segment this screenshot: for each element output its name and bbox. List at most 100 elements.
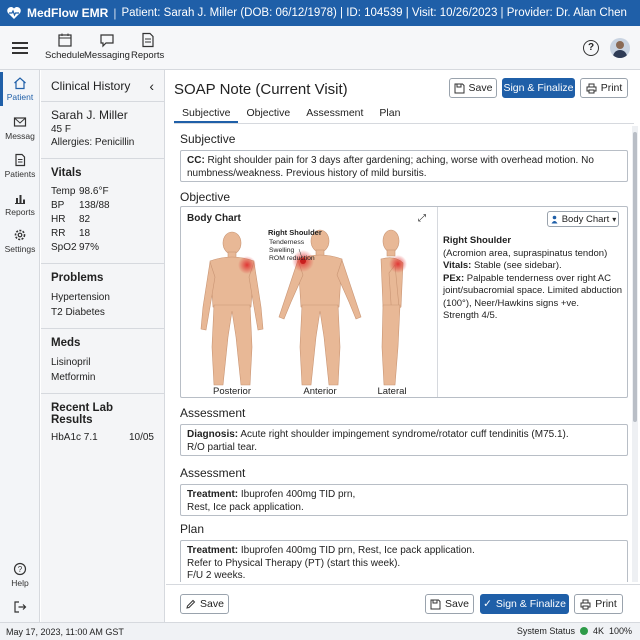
nav-item-reports[interactable]: Reports <box>0 191 40 217</box>
lab-name: HbA1c 7.1 <box>51 432 98 443</box>
scrollbar-thumb[interactable] <box>633 132 637 422</box>
subjective-field[interactable]: CC: Right shoulder pain for 3 days after… <box>180 150 628 182</box>
printer-icon <box>586 83 597 93</box>
svg-text:?: ? <box>18 565 23 574</box>
vital-key: SpO2 <box>51 242 77 253</box>
nav-label-help: Help <box>11 578 29 588</box>
desc-title: Right Shoulder <box>443 235 512 246</box>
tab-assessment[interactable]: Assessment <box>298 104 371 123</box>
footer-save-button[interactable]: Save <box>425 594 474 614</box>
status-bar: May 17, 2023, 11:00 AM GST System Status… <box>0 622 640 640</box>
messaging-button[interactable]: Messaging <box>84 32 130 61</box>
mail-icon <box>13 117 27 127</box>
vital-value: 138/88 <box>79 200 110 211</box>
reports-label: Reports <box>131 50 165 61</box>
treatment-line-2: Rest, Ice pack application. <box>187 501 304 513</box>
nav-item-messages[interactable]: Messag <box>0 115 40 141</box>
body-diagram: Right Shoulder Tenderness Swelling ROM r… <box>200 228 407 397</box>
patient-context: Patient: Sarah J. Miller (DOB: 06/12/197… <box>121 7 627 19</box>
soap-note-panel: SOAP Note (Current Visit) Save Sign & Fi… <box>166 70 640 622</box>
body-chart-dropdown[interactable]: Body Chart ▾ <box>547 211 619 227</box>
tab-subjective[interactable]: Subjective <box>174 104 239 123</box>
print-button[interactable]: Print <box>580 78 628 98</box>
cc-label: CC: <box>187 155 205 166</box>
lab-date: 10/05 <box>128 432 154 443</box>
desc-vitals-text: Stable (see sidebar). <box>471 260 562 271</box>
vital-value: 98.6°F <box>79 186 109 197</box>
footer-save-left-button[interactable]: Save <box>180 594 229 614</box>
pencil-icon <box>186 599 196 609</box>
problem-item: Hypertension <box>51 292 110 303</box>
desc-pex-text: Palpable tenderness over right AC joint/… <box>443 272 623 309</box>
vital-value: 18 <box>79 228 91 239</box>
footer-sign-finalize-button[interactable]: ✓ Sign & Finalize <box>480 594 569 614</box>
schedule-button[interactable]: Schedule <box>45 32 85 61</box>
person-icon <box>551 215 558 223</box>
logout-button[interactable] <box>0 600 40 616</box>
med-item: Metformin <box>51 372 96 383</box>
labs-section: Recent Lab Results HbA1c 7.1 10/05 <box>41 394 164 451</box>
scrollbar[interactable] <box>632 126 638 582</box>
nav-item-settings[interactable]: Settings <box>0 228 40 254</box>
plan-line-3: F/U 2 weeks. <box>187 570 246 581</box>
tab-objective[interactable]: Objective <box>238 104 298 123</box>
vital-value: 82 <box>79 214 91 225</box>
nav-item-patient[interactable]: Patient <box>0 72 40 106</box>
patient-name: Sarah J. Miller <box>51 108 128 122</box>
vital-key: Temp <box>51 186 76 197</box>
sign-finalize-button[interactable]: Sign & Finalize <box>502 78 575 98</box>
lateral-pain-marker <box>389 255 407 273</box>
lab-row[interactable]: HbA1c 7.1 10/05 <box>51 432 154 443</box>
vitals-title: Vitals <box>51 167 82 179</box>
sign-finalize-label: Sign & Finalize <box>503 82 574 94</box>
status-indicator-icon <box>579 627 588 635</box>
clinical-history-panel: Clinical History ‹ Sarah J. Miller 45 F … <box>41 70 165 622</box>
check-icon: ✓ <box>483 598 492 610</box>
annotation-line: Swelling <box>269 247 295 254</box>
history-header: Clinical History ‹ <box>41 70 164 102</box>
nav-label-reports: Reports <box>5 207 35 217</box>
title-bar: MedFlow EMR | Patient: Sarah J. Miller (… <box>0 0 640 26</box>
soap-content[interactable]: Subjective CC: Right shoulder pain for 3… <box>174 126 632 582</box>
annotation-line: ROM reduction <box>269 255 315 262</box>
nav-label-settings: Settings <box>4 244 36 254</box>
vital-row: Temp 98.6°F <box>51 185 154 199</box>
toolbar: Schedule Messaging Reports ? <box>0 26 640 70</box>
footer-save-left-label: Save <box>200 598 224 610</box>
treatment-field[interactable]: Treatment: Ibuprofen 400mg TID prn, Rest… <box>180 484 628 516</box>
footer-print-button[interactable]: Print <box>574 594 623 614</box>
gear-icon <box>14 229 26 241</box>
collapse-panel-icon[interactable]: ‹ <box>149 78 154 94</box>
treatment-label: Treatment: <box>187 489 239 500</box>
save-button[interactable]: Save <box>449 78 497 98</box>
posterior-figure <box>200 231 264 386</box>
assessment-2-title: Assessment <box>180 466 246 480</box>
save-icon <box>454 83 465 93</box>
nav-item-patients[interactable]: Patients <box>0 153 40 179</box>
help-icon[interactable]: ? <box>583 40 599 56</box>
clipboard-icon <box>15 153 26 167</box>
reports-button[interactable]: Reports <box>131 32 164 61</box>
plan-field[interactable]: Treatment: Ibuprofen 400mg TID prn, Rest… <box>180 540 628 582</box>
soap-tabs: Subjective Objective Assessment Plan <box>174 104 634 124</box>
body-chart-figure[interactable]: Body Chart ⤢ Right Shoulder Tenderness S… <box>181 207 438 397</box>
schedule-label: Schedule <box>45 50 85 61</box>
vital-row: HR 82 <box>51 213 154 227</box>
menu-icon[interactable] <box>12 42 28 54</box>
vital-row: BP 138/88 <box>51 199 154 213</box>
nav-item-help[interactable]: ? Help <box>0 562 40 588</box>
diagnosis-line-2: R/O partial tear. <box>187 441 258 453</box>
chat-icon <box>100 34 114 48</box>
vital-row: RR 18 <box>51 227 154 241</box>
status-zoom: 100% <box>608 626 632 636</box>
chevron-down-icon: ▾ <box>612 214 617 224</box>
vital-row: SpO2 97% <box>51 241 154 255</box>
view-label-posterior: Posterior <box>213 386 251 397</box>
tab-plan[interactable]: Plan <box>371 104 408 123</box>
problems-title: Problems <box>51 272 104 284</box>
assessment-field[interactable]: Diagnosis: Acute right shoulder impingem… <box>180 424 628 456</box>
save-icon <box>430 599 441 609</box>
avatar[interactable] <box>610 38 630 58</box>
status-resolution: 4K <box>592 626 604 636</box>
vital-key: BP <box>51 200 65 211</box>
